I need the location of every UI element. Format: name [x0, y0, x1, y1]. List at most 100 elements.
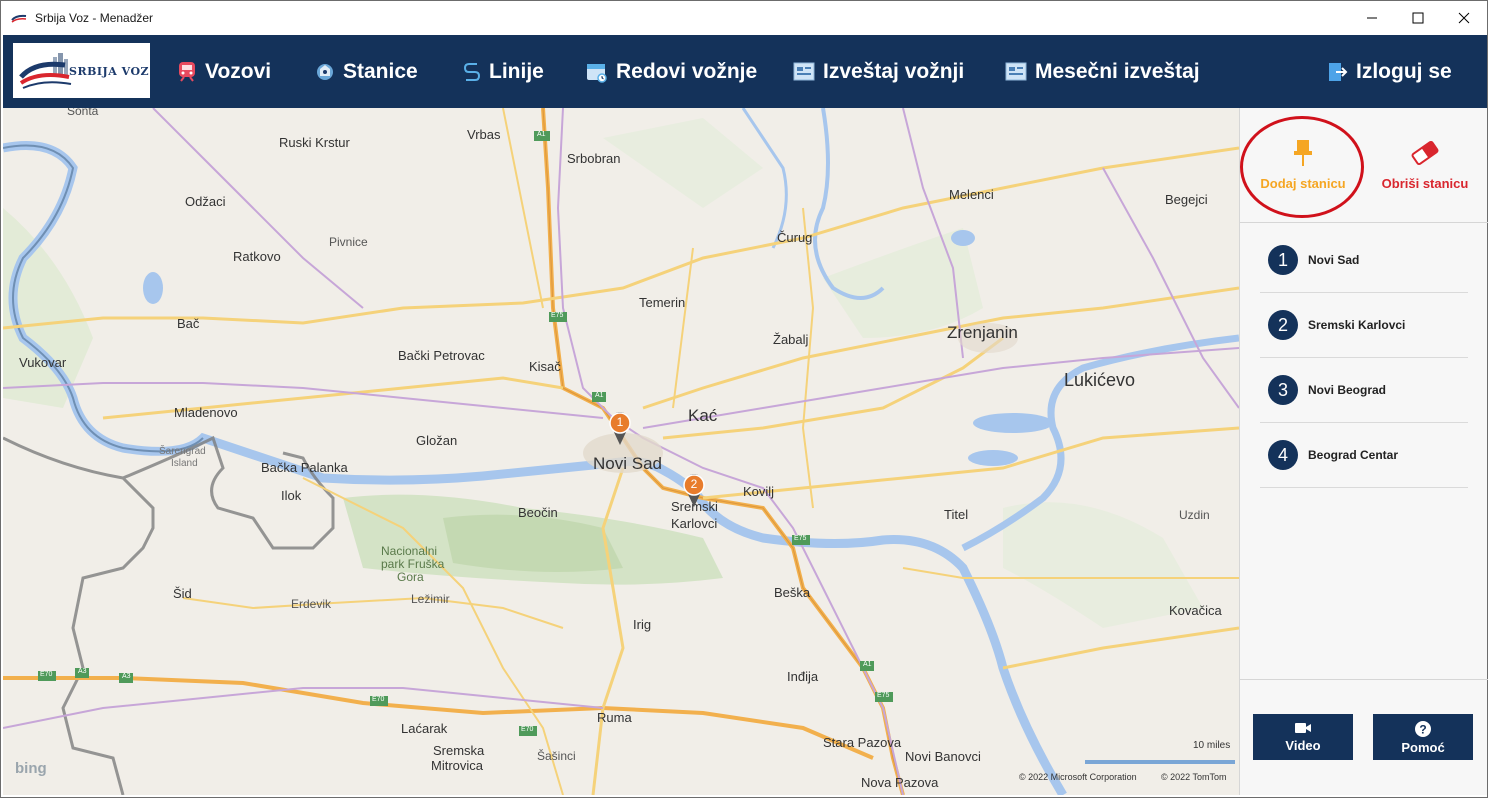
map-label-curug: Čurug [777, 230, 813, 245]
map-label-irig: Irig [633, 617, 652, 632]
station-name: Novi Sad [1308, 253, 1360, 267]
shield-e70-3: E70 [521, 726, 534, 733]
map-label-srbobran: Srbobran [567, 151, 621, 166]
map-label-park-fruska: park Fruška [381, 557, 445, 571]
panel-bottom-divider [1240, 679, 1488, 680]
map-label-novi-banovci: Novi Banovci [905, 749, 981, 764]
map-label-kac: Kać [688, 406, 718, 425]
map-scale-label: 10 miles [1193, 740, 1231, 751]
app-window: Srbija Voz - Menadžer SRBIJA VOZ Vozovi … [0, 0, 1488, 798]
help-label: Pomoć [1401, 739, 1445, 755]
map-label-nacionalni: Nacionalni [381, 544, 438, 558]
map-copyright-ms: © 2022 Microsoft Corporation [1019, 772, 1137, 782]
map-label-zabalj: Žabalj [773, 332, 809, 347]
map-label-karlovci: Karlovci [671, 516, 718, 531]
nav-vozovi[interactable]: Vozovi [177, 35, 271, 108]
map-label-indjija: Inđija [787, 669, 819, 684]
shield-a3-2: A3 [122, 673, 131, 680]
nav-mesecni-izvestaj-label: Mesečni izveštaj [1035, 59, 1200, 83]
video-camera-icon [1295, 723, 1311, 733]
logout-icon [1329, 62, 1348, 81]
shield-a1-2: A1 [595, 392, 604, 399]
highlight-annotation-circle [1240, 116, 1364, 218]
shield-a1: A1 [537, 131, 546, 138]
map-label-uzdin: Uzdin [1179, 508, 1210, 522]
remove-station-label: Obriši stanicu [1381, 176, 1469, 191]
list-item[interactable]: 2 Sremski Karlovci [1260, 293, 1468, 358]
svg-text:?: ? [1419, 722, 1426, 736]
station-number-badge: 2 [1268, 310, 1298, 340]
nav-vozovi-label: Vozovi [205, 59, 272, 83]
eraser-icon [1411, 140, 1439, 166]
map-label-novi-sad: Novi Sad [593, 454, 662, 473]
map-label-zrenjanin: Zrenjanin [947, 323, 1018, 342]
help-button[interactable]: ? Pomoć [1373, 714, 1473, 760]
shield-e70: E70 [40, 671, 53, 678]
station-list: 1 Novi Sad 2 Sremski Karlovci 3 Novi Beo… [1260, 228, 1468, 488]
maximize-button[interactable] [1395, 1, 1441, 35]
station-name: Sremski Karlovci [1308, 318, 1406, 332]
map-label-odzaci: Odžaci [185, 194, 226, 209]
map-label-beska: Beška [774, 585, 811, 600]
station-number-badge: 3 [1268, 375, 1298, 405]
app-train-icon [11, 14, 27, 23]
map-label-ilok: Ilok [281, 488, 302, 503]
map-label-temerin: Temerin [639, 295, 686, 310]
minimize-button[interactable] [1349, 1, 1395, 35]
video-button[interactable]: Video [1253, 714, 1353, 760]
logout-button[interactable]: Izloguj se [1328, 35, 1452, 108]
shield-a1-3: A1 [863, 661, 872, 668]
shield-a3: A3 [78, 668, 87, 675]
close-button[interactable] [1441, 1, 1487, 35]
map-pin-sremski-karlovci[interactable]: 2 [681, 472, 707, 508]
list-item[interactable]: 4 Beograd Centar [1260, 423, 1468, 488]
monthly-report-icon [1005, 62, 1027, 80]
list-item[interactable]: 1 Novi Sad [1260, 228, 1468, 293]
nav-linije[interactable]: Linije [463, 35, 544, 108]
nav-redovi-voznje-label: Redovi vožnje [616, 59, 758, 83]
map-label-ruski-krstur: Ruski Krstur [279, 135, 350, 150]
map-label-lacarak: Laćarak [401, 721, 448, 736]
train-icon [179, 61, 195, 82]
minimize-icon [1367, 17, 1377, 19]
station-number-badge: 4 [1268, 440, 1298, 470]
map-pin-novi-sad[interactable]: 1 [607, 410, 633, 446]
map-label-pivnice: Pivnice [329, 235, 368, 249]
map-label-lezimir: Ležimir [411, 592, 450, 606]
logo[interactable]: SRBIJA VOZ [13, 43, 150, 98]
help-icon: ? [1415, 720, 1431, 737]
map-label-sremska: Sremska [433, 743, 485, 758]
logout-label: Izloguj se [1356, 59, 1452, 83]
station-panel: Dodaj stanicu Obriši stanicu 1 Novi Sad … [1239, 108, 1488, 795]
map-pin-number: 2 [690, 477, 698, 491]
nav-linije-label: Linije [489, 59, 544, 83]
map-label-beocin: Beočin [518, 505, 558, 520]
map-label-kovacica: Kovačica [1169, 603, 1222, 618]
station-name: Beograd Centar [1308, 448, 1399, 462]
route-icon [463, 62, 481, 81]
nav-redovi-voznje[interactable]: Redovi vožnje [586, 35, 757, 108]
map-label-mladenovo: Mladenovo [174, 405, 238, 420]
map-label-sonta: Sonta [67, 108, 99, 118]
report-icon [793, 62, 815, 80]
map-label-nova-pazova: Nova Pazova [861, 775, 939, 790]
remove-station-button[interactable]: Obriši stanicu [1376, 138, 1474, 191]
map-label-stara-pazova: Stara Pazova [823, 735, 902, 750]
map-view[interactable]: A1 E75 A1 E75 A1 E75 E70 A3 A3 E70 E70 S… [3, 108, 1239, 795]
map-label-glozan: Gložan [416, 433, 458, 448]
map-copyright-tomtom: © 2022 TomTom [1161, 772, 1227, 782]
maximize-icon [1412, 12, 1424, 24]
map-label-begejci: Begejci [1165, 192, 1208, 207]
map-label-sarengrad: Šarengrad [159, 446, 206, 457]
station-name: Novi Beograd [1308, 383, 1387, 397]
list-item[interactable]: 3 Novi Beograd [1260, 358, 1468, 423]
nav-mesecni-izvestaj[interactable]: Mesečni izveštaj [1005, 35, 1200, 108]
logo-text: SRBIJA VOZ [69, 65, 150, 78]
panel-divider [1240, 222, 1488, 223]
nav-izvestaj-voznji[interactable]: Izveštaj vožnji [793, 35, 964, 108]
nav-stanice[interactable]: Stanice [315, 35, 418, 108]
map-label-backa-palanka: Bačka Palanka [261, 460, 348, 475]
video-label: Video [1285, 738, 1321, 753]
map-label-backi-petrovac: Bački Petrovac [398, 348, 485, 363]
map-label-kovilj: Kovilj [743, 484, 775, 499]
